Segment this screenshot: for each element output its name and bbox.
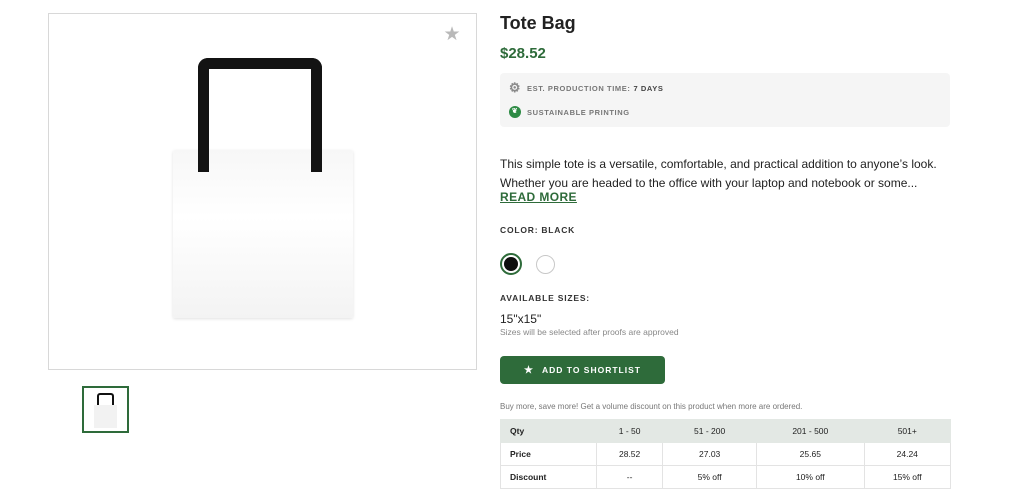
- read-more-link[interactable]: READ MORE: [500, 190, 577, 204]
- sustainable-printing-row: ❦ SUSTAINABLE PRINTING: [509, 106, 630, 118]
- production-info-box: ⚙ EST. PRODUCTION TIME: 7 DAYS ❦ SUSTAIN…: [500, 73, 950, 127]
- gear-icon: ⚙: [508, 80, 522, 95]
- volume-pricing-table: Qty 1 - 50 51 - 200 201 - 500 501+ Price…: [500, 419, 952, 489]
- production-time-row: ⚙ EST. PRODUCTION TIME: 7 DAYS: [508, 80, 664, 95]
- product-main-image[interactable]: ★: [48, 13, 477, 370]
- tote-bag-image: [173, 56, 353, 318]
- size-value: 15"x15": [500, 312, 542, 326]
- volume-discount-note: Buy more, save more! Get a volume discou…: [500, 402, 803, 411]
- product-price: $28.52: [500, 45, 546, 62]
- production-time-value: 7 DAYS: [633, 83, 664, 93]
- favorite-star-icon[interactable]: ★: [442, 24, 462, 44]
- product-title: Tote Bag: [500, 13, 576, 33]
- star-icon: ★: [524, 364, 534, 376]
- table-row: Price 28.52 27.03 25.65 24.24: [500, 442, 952, 466]
- product-description: This simple tote is a versatile, comfort…: [500, 157, 937, 190]
- add-to-shortlist-button[interactable]: ★ ADD TO SHORTLIST: [500, 356, 665, 384]
- selected-color: BLACK: [541, 225, 576, 235]
- table-row: Qty 1 - 50 51 - 200 201 - 500 501+: [500, 419, 952, 443]
- size-note: Sizes will be selected after proofs are …: [500, 327, 679, 337]
- product-thumbnail[interactable]: [82, 386, 129, 433]
- color-label: COLOR: BLACK: [500, 225, 576, 235]
- color-swatch-black[interactable]: [500, 253, 522, 275]
- leaf-icon: ❦: [509, 106, 521, 118]
- table-row: Discount -- 5% off 10% off 15% off: [500, 465, 952, 489]
- color-swatch-white[interactable]: [536, 255, 555, 274]
- sizes-label: AVAILABLE SIZES:: [500, 293, 590, 303]
